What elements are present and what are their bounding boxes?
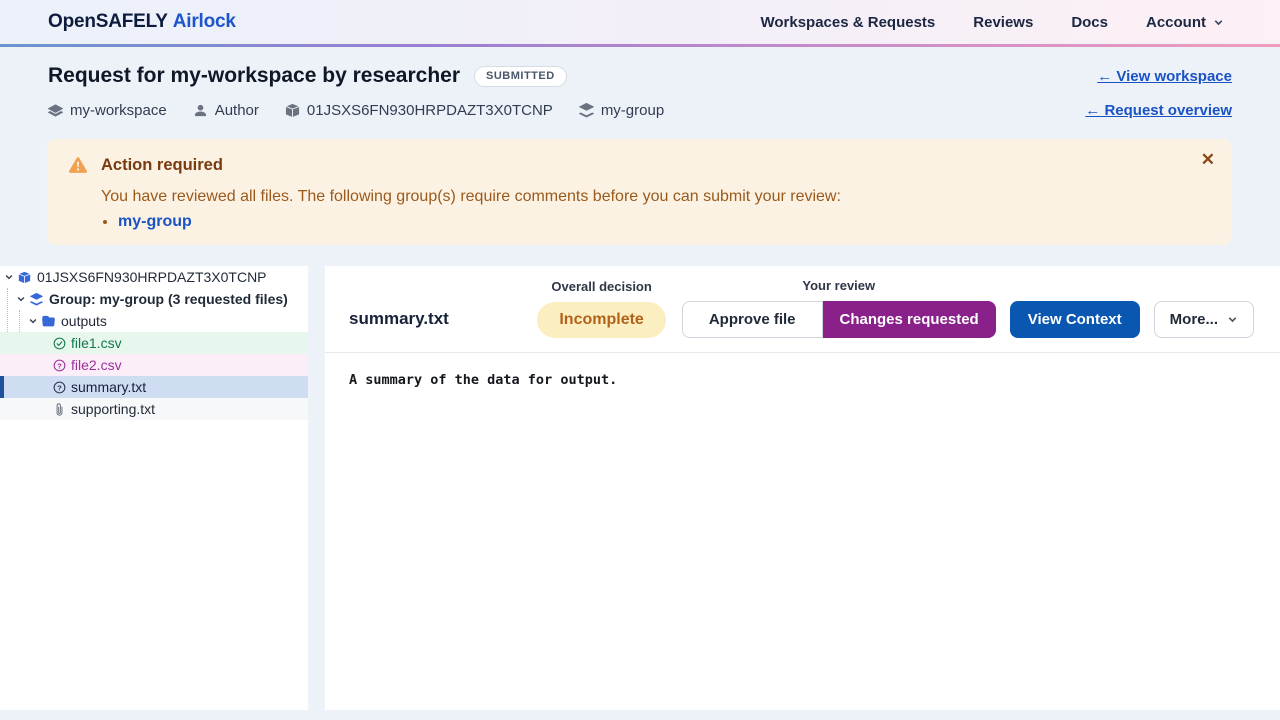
meta-workspace: my-workspace — [48, 102, 167, 119]
chevron-down-icon — [1213, 17, 1224, 28]
chevron-down-icon — [4, 272, 14, 282]
view-workspace-link[interactable]: ← View workspace — [1097, 68, 1232, 85]
page-header: Request for my-workspace by researcher S… — [0, 47, 1280, 120]
alert-group-list: my-group — [101, 211, 1191, 232]
tree-file-file1-csv[interactable]: file1.csv — [0, 332, 308, 354]
nav-account-menu[interactable]: Account — [1146, 14, 1224, 31]
file-detail-panel: summary.txt Overall decision Incomplete … — [325, 266, 1280, 710]
action-required-alert: Action required You have reviewed all fi… — [47, 139, 1231, 245]
meta-group-label: my-group — [601, 102, 664, 119]
chevron-down-icon — [28, 316, 38, 326]
alert-title: Action required — [101, 155, 223, 175]
tree-root-request[interactable]: 01JSXS6FN930HRPDAZT3X0TCNP — [0, 266, 308, 288]
svg-text:?: ? — [57, 383, 62, 392]
file-name-heading: summary.txt — [349, 309, 449, 329]
more-menu-label: More... — [1170, 311, 1218, 328]
request-overview-link[interactable]: ← Request overview — [1085, 102, 1232, 119]
question-circle-icon: ? — [53, 359, 66, 372]
file-tree: 01JSXS6FN930HRPDAZT3X0TCNP Group: my-gro… — [0, 266, 308, 710]
question-circle-icon: ? — [53, 381, 66, 394]
tree-file-summary-txt[interactable]: ? summary.txt — [0, 376, 308, 398]
tree-file-label: summary.txt — [71, 379, 146, 395]
nav-items: Workspaces & Requests Reviews Docs Accou… — [760, 14, 1224, 31]
tree-file-file2-csv[interactable]: ? file2.csv — [0, 354, 308, 376]
chevron-down-icon — [16, 294, 26, 304]
overall-decision-label: Overall decision — [551, 279, 651, 294]
alert-group-list-item: my-group — [118, 211, 1191, 232]
meta-request-id: 01JSXS6FN930HRPDAZT3X0TCNP — [285, 102, 553, 119]
nav-docs[interactable]: Docs — [1071, 14, 1108, 31]
alert-message: You have reviewed all files. The followi… — [101, 187, 1191, 206]
person-icon — [193, 103, 208, 118]
nav-reviews[interactable]: Reviews — [973, 14, 1033, 31]
tree-root-label: 01JSXS6FN930HRPDAZT3X0TCNP — [37, 269, 267, 285]
warning-triangle-icon — [69, 156, 87, 174]
file-detail-header: summary.txt Overall decision Incomplete … — [325, 266, 1280, 353]
overall-decision-group: Overall decision Incomplete — [537, 279, 665, 338]
tree-group-my-group[interactable]: Group: my-group (3 requested files) — [0, 288, 308, 310]
folder-icon — [42, 315, 55, 328]
page-title: Request for my-workspace by researcher — [48, 64, 460, 88]
brand-logo[interactable]: OpenSAFELYAirlock — [48, 11, 236, 33]
top-navbar: OpenSAFELYAirlock Workspaces & Requests … — [0, 0, 1280, 44]
status-badge: SUBMITTED — [474, 66, 567, 87]
tree-file-label: supporting.txt — [71, 401, 155, 417]
layers-icon — [48, 103, 63, 118]
view-context-button[interactable]: View Context — [1010, 301, 1140, 338]
overall-decision-badge: Incomplete — [537, 302, 665, 338]
nav-workspaces-requests[interactable]: Workspaces & Requests — [760, 14, 935, 31]
review-button-group: Approve file Changes requested — [682, 301, 996, 338]
approve-file-button[interactable]: Approve file — [682, 301, 823, 338]
brand-secondary: Airlock — [173, 11, 236, 32]
nav-account-label: Account — [1146, 14, 1206, 31]
meta-workspace-label: my-workspace — [70, 102, 167, 119]
your-review-label: Your review — [802, 278, 875, 293]
check-circle-icon — [53, 337, 66, 350]
box-icon — [18, 271, 31, 284]
alert-group-link[interactable]: my-group — [118, 213, 192, 230]
paperclip-icon — [53, 403, 66, 416]
box-icon — [285, 103, 300, 118]
tree-folder-outputs[interactable]: outputs — [0, 310, 308, 332]
brand-primary: OpenSAFELY — [48, 11, 168, 32]
content-row: 01JSXS6FN930HRPDAZT3X0TCNP Group: my-gro… — [0, 266, 1280, 710]
stack-icon — [30, 293, 43, 306]
tree-file-supporting-txt[interactable]: supporting.txt — [0, 398, 308, 420]
changes-requested-button[interactable]: Changes requested — [823, 301, 996, 338]
svg-text:?: ? — [57, 361, 62, 370]
file-content-text: A summary of the data for output. — [325, 353, 1280, 407]
close-icon[interactable]: ✕ — [1197, 147, 1219, 172]
tree-folder-label: outputs — [61, 313, 107, 329]
more-menu-button[interactable]: More... — [1154, 301, 1254, 338]
your-review-group: Your review Approve file Changes request… — [682, 278, 996, 338]
stack-icon — [579, 103, 594, 118]
meta-request-id-label: 01JSXS6FN930HRPDAZT3X0TCNP — [307, 102, 553, 119]
meta-author: Author — [193, 102, 259, 119]
tree-group-label: Group: my-group (3 requested files) — [49, 291, 288, 307]
meta-author-label: Author — [215, 102, 259, 119]
meta-group: my-group — [579, 102, 664, 119]
tree-file-label: file2.csv — [71, 357, 122, 373]
tree-file-label: file1.csv — [71, 335, 122, 351]
chevron-down-icon — [1227, 314, 1238, 325]
